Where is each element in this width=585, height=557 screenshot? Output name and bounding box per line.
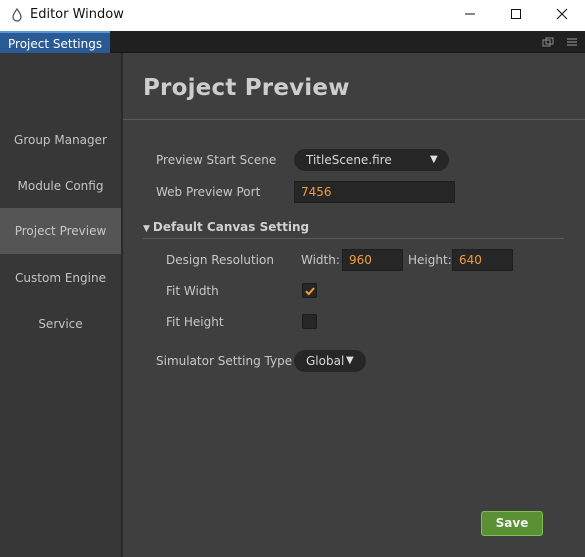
canvas-section-header[interactable]: ▼ Default Canvas Setting: [143, 220, 309, 234]
tab-project-settings[interactable]: Project Settings: [0, 31, 111, 53]
simulator-setting-type-label: Simulator Setting Type: [156, 354, 293, 368]
sidebar: Group Manager Module Config Project Prev…: [0, 53, 123, 557]
collapse-triangle-icon: ▼: [143, 224, 150, 234]
simulator-setting-type-value: Global: [306, 354, 345, 368]
fit-height-checkbox[interactable]: [302, 314, 317, 329]
sidebar-item-module-config[interactable]: Module Config: [0, 163, 121, 209]
fit-width-label: Fit Width: [166, 284, 219, 298]
width-input[interactable]: 960: [342, 249, 403, 271]
tab-strip: Project Settings: [0, 31, 585, 53]
save-button[interactable]: Save: [481, 511, 543, 536]
dropdown-arrow-icon: ▼: [430, 154, 438, 165]
fit-height-label: Fit Height: [166, 315, 224, 329]
app-icon: [10, 7, 24, 22]
popout-icon[interactable]: [541, 35, 555, 49]
menu-icon[interactable]: [565, 35, 579, 49]
window-title-bar: Editor Window: [0, 0, 585, 31]
dropdown-arrow-icon: ▼: [346, 355, 354, 366]
fit-width-checkbox[interactable]: [302, 283, 317, 298]
web-preview-port-input[interactable]: 7456: [294, 181, 455, 203]
content-area: Project Preview Preview Start Scene Titl…: [123, 53, 585, 557]
checkmark-icon: [304, 285, 316, 300]
canvas-section-title: Default Canvas Setting: [152, 220, 310, 234]
design-resolution-label: Design Resolution: [166, 253, 274, 267]
title-divider: [123, 119, 585, 120]
minimize-icon: [464, 8, 476, 23]
minimize-button[interactable]: [447, 0, 493, 31]
preview-start-scene-label: Preview Start Scene: [156, 153, 277, 167]
sidebar-item-group-manager[interactable]: Group Manager: [0, 117, 121, 163]
height-input[interactable]: 640: [452, 249, 513, 271]
height-label: Height:: [408, 253, 452, 267]
window-title: Editor Window: [30, 7, 124, 22]
settings-panel: Group Manager Module Config Project Prev…: [0, 53, 585, 557]
page-title: Project Preview: [143, 75, 350, 101]
preview-start-scene-select[interactable]: TitleScene.fire ▼: [294, 149, 449, 171]
sidebar-item-project-preview[interactable]: Project Preview: [0, 208, 121, 254]
width-label: Width:: [301, 253, 340, 267]
close-button[interactable]: [539, 0, 585, 31]
maximize-icon: [510, 8, 522, 23]
simulator-setting-type-select[interactable]: Global ▼: [294, 350, 366, 372]
close-icon: [556, 8, 568, 23]
sidebar-item-service[interactable]: Service: [0, 301, 121, 347]
maximize-button[interactable]: [493, 0, 539, 31]
section-divider: [143, 238, 564, 239]
preview-start-scene-value: TitleScene.fire: [306, 153, 392, 167]
sidebar-item-custom-engine[interactable]: Custom Engine: [0, 255, 121, 301]
web-preview-port-label: Web Preview Port: [156, 185, 261, 199]
